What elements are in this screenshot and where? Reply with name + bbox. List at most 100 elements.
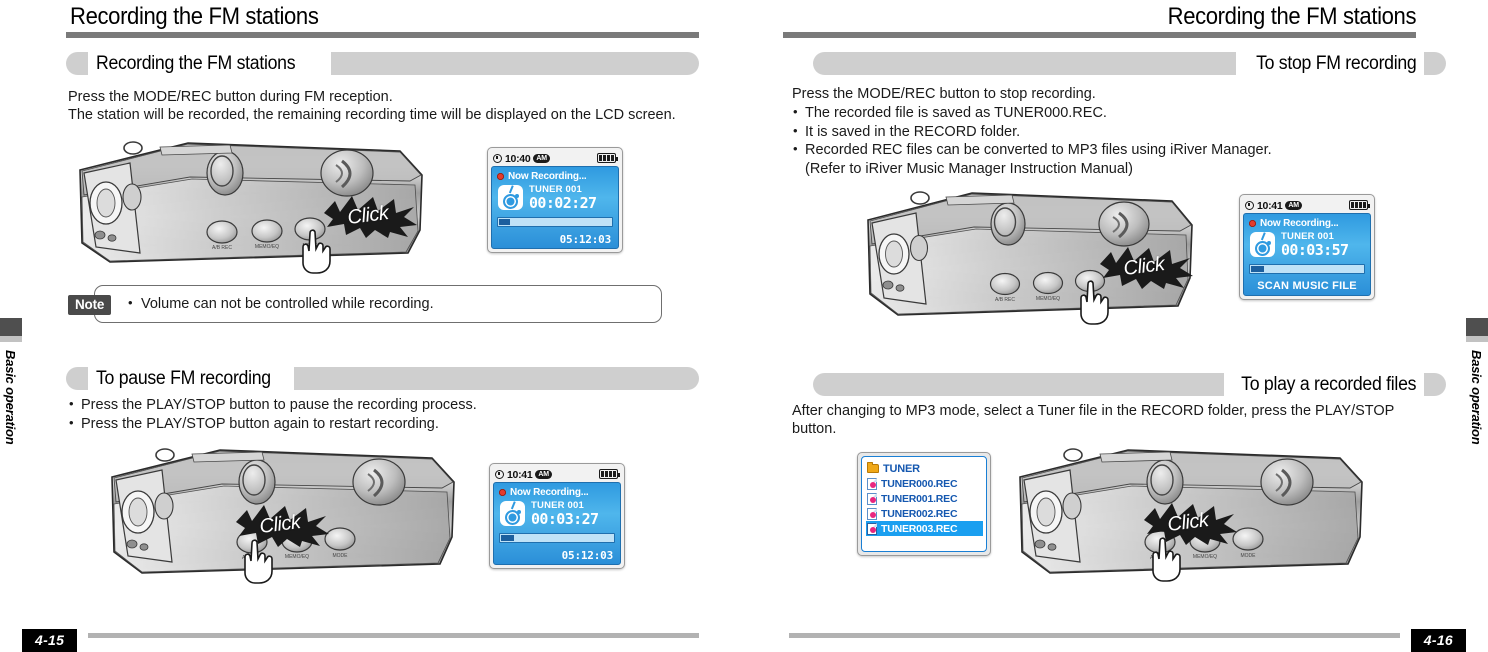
svg-text:MEMO/EQ: MEMO/EQ <box>255 244 279 250</box>
lcd-screen-body: Now Recording... TUNER 001 00:02:27 05:1… <box>491 166 619 249</box>
lcd-recording-status-row: Now Recording... <box>492 167 618 182</box>
lcd-time: 10:40 <box>505 152 531 165</box>
rec-file-icon <box>867 522 877 535</box>
lcd-track-info: TUNER 001 00:02:27 <box>529 184 597 212</box>
side-tab-label: Basic operation <box>1469 350 1484 445</box>
list-item: Press the PLAY/STOP button again to rest… <box>68 414 708 434</box>
lcd-status-bar: 10:40 AM <box>491 151 619 166</box>
lcd-status-text: Now Recording... <box>1260 218 1339 229</box>
section-title: To pause FM recording <box>96 367 271 389</box>
lcd-track-row: TUNER 001 00:03:27 <box>494 498 620 528</box>
left-page: Recording the FM stations Recording the … <box>0 0 744 652</box>
folder-row[interactable]: TUNER <box>866 461 983 476</box>
note-callout: Note Volume can not be controlled while … <box>68 285 688 325</box>
page-number-left: 4-15 <box>22 629 78 652</box>
battery-icon <box>597 153 619 163</box>
svg-text:MEMO/EQ: MEMO/EQ <box>1193 554 1217 560</box>
click-label: Click <box>258 511 302 538</box>
section-title: Recording the FM stations <box>96 52 296 74</box>
lcd-ampm-badge: AM <box>533 154 550 163</box>
radio-icon <box>500 501 525 527</box>
hand-cursor-icon <box>244 539 273 584</box>
list-item-selected[interactable]: TUNER003.REC <box>866 521 983 536</box>
list-item[interactable]: TUNER000.REC <box>866 476 983 491</box>
rec-file-icon <box>867 492 877 505</box>
file-list: TUNER TUNER000.REC TUNER001.REC TUNER002… <box>861 456 987 552</box>
lcd-status-text: Now Recording... <box>508 171 587 182</box>
lcd-status-text: Now Recording... <box>510 487 589 498</box>
running-head-left: Recording the FM stations <box>70 3 319 30</box>
right-page: Recording the FM stations To stop FM rec… <box>744 0 1488 652</box>
lcd-elapsed-time: 00:03:57 <box>1281 241 1349 259</box>
click-label: Click <box>1122 253 1166 280</box>
list-item[interactable]: TUNER002.REC <box>866 506 983 521</box>
svg-text:MEMO/EQ: MEMO/EQ <box>1036 296 1060 302</box>
side-tab-cap-light <box>0 336 22 342</box>
lcd-paused-screen: 10:41 AM Now Recording... TUNER 001 00:0… <box>489 463 625 569</box>
page-number-right: 4-16 <box>1410 629 1466 652</box>
device-illustration-pause: A/B REC MEMO/EQ MODE Click <box>102 442 462 584</box>
svg-text:A/B REC: A/B REC <box>995 297 1015 303</box>
folder-name: TUNER <box>883 462 920 475</box>
footer-rule-right <box>789 633 1400 638</box>
click-label: Click <box>1166 509 1210 536</box>
device-illustration-play: A/B REC MEMO/EQ MODE Click <box>1010 442 1370 582</box>
section-title: To play a recorded files <box>1240 373 1416 395</box>
lcd-elapsed-time: 00:02:27 <box>529 194 597 212</box>
section-body-stop: Press the MODE/REC button to stop record… <box>792 86 1096 102</box>
manual-spread: Recording the FM stations Recording the … <box>0 0 1488 652</box>
lcd-progress-bar <box>497 217 613 227</box>
lcd-progress-fill <box>1251 266 1265 272</box>
header-rule-left <box>66 32 699 38</box>
section-body-play: After changing to MP3 mode, select a Tun… <box>792 403 1395 437</box>
record-dot-icon <box>1249 220 1256 227</box>
list-item: It is saved in the RECORD folder. <box>792 122 1452 142</box>
note-text: Volume can not be controlled while recor… <box>128 295 434 312</box>
battery-icon <box>1349 200 1371 210</box>
lcd-progress-bar <box>1249 264 1365 274</box>
lcd-recording-status-row: Now Recording... <box>494 483 620 498</box>
note-tag: Note <box>68 295 112 315</box>
lcd-recording-screen: 10:40 AM Now Recording... TUNER 001 00:0… <box>487 147 623 253</box>
section-header-pause-fm-recording: To pause FM recording <box>66 367 699 390</box>
section-title: To stop FM recording <box>1255 52 1417 74</box>
lcd-elapsed-time: 00:03:27 <box>531 510 599 528</box>
pause-bullet-list: Press the PLAY/STOP button to pause the … <box>68 395 708 434</box>
radio-icon <box>498 185 523 211</box>
section-header-recording-fm-stations: Recording the FM stations <box>66 52 699 75</box>
lcd-track-row: TUNER 001 00:02:27 <box>492 182 618 212</box>
lcd-track-row: TUNER 001 00:03:57 <box>1244 229 1370 259</box>
lcd-time: 10:41 <box>507 468 533 481</box>
lcd-track-info: TUNER 001 00:03:57 <box>1281 231 1349 259</box>
side-tab-basic-operation-left: Basic operation <box>0 318 22 445</box>
lcd-progress-fill <box>501 535 515 541</box>
lcd-ampm-badge: AM <box>535 470 552 479</box>
device-illustration-stop: A/B REC MEMO/EQ MODE Click <box>860 186 1200 326</box>
file-name: TUNER002.REC <box>881 507 958 520</box>
side-tab-basic-operation-right: Basic operation <box>1466 318 1488 445</box>
lcd-progress-bar <box>499 533 615 543</box>
file-name: TUNER000.REC <box>881 477 958 490</box>
lcd-ampm-badge: AM <box>1285 201 1302 210</box>
clock-icon <box>493 154 502 163</box>
lcd-track-info: TUNER 001 00:03:27 <box>531 500 599 528</box>
clock-icon <box>495 470 504 479</box>
hand-cursor-icon <box>302 229 331 274</box>
clock-icon <box>1245 201 1254 210</box>
hand-cursor-icon <box>1080 280 1109 325</box>
device-illustration-record: A/B REC MEMO/EQ MODE Click <box>70 135 430 274</box>
lcd-status-bar: 10:41 AM <box>1243 198 1371 213</box>
section-body-recording: Press the MODE/REC button during FM rece… <box>68 89 676 123</box>
lcd-screen-body: Now Recording... TUNER 001 00:03:57 SCAN… <box>1243 213 1371 296</box>
side-tab-cap <box>0 318 22 336</box>
stop-bullet-list: The recorded file is saved as TUNER000.R… <box>792 103 1452 178</box>
lcd-time: 10:41 <box>1257 199 1283 212</box>
rec-file-icon <box>867 507 877 520</box>
file-name: TUNER003.REC <box>881 522 958 535</box>
svg-text:MODE: MODE <box>1241 553 1257 559</box>
running-head-right: Recording the FM stations <box>1167 3 1416 30</box>
lcd-progress-fill <box>499 219 511 225</box>
list-item[interactable]: TUNER001.REC <box>866 491 983 506</box>
svg-text:MODE: MODE <box>333 553 349 559</box>
lcd-remaining-time: 05:12:03 <box>559 233 612 246</box>
